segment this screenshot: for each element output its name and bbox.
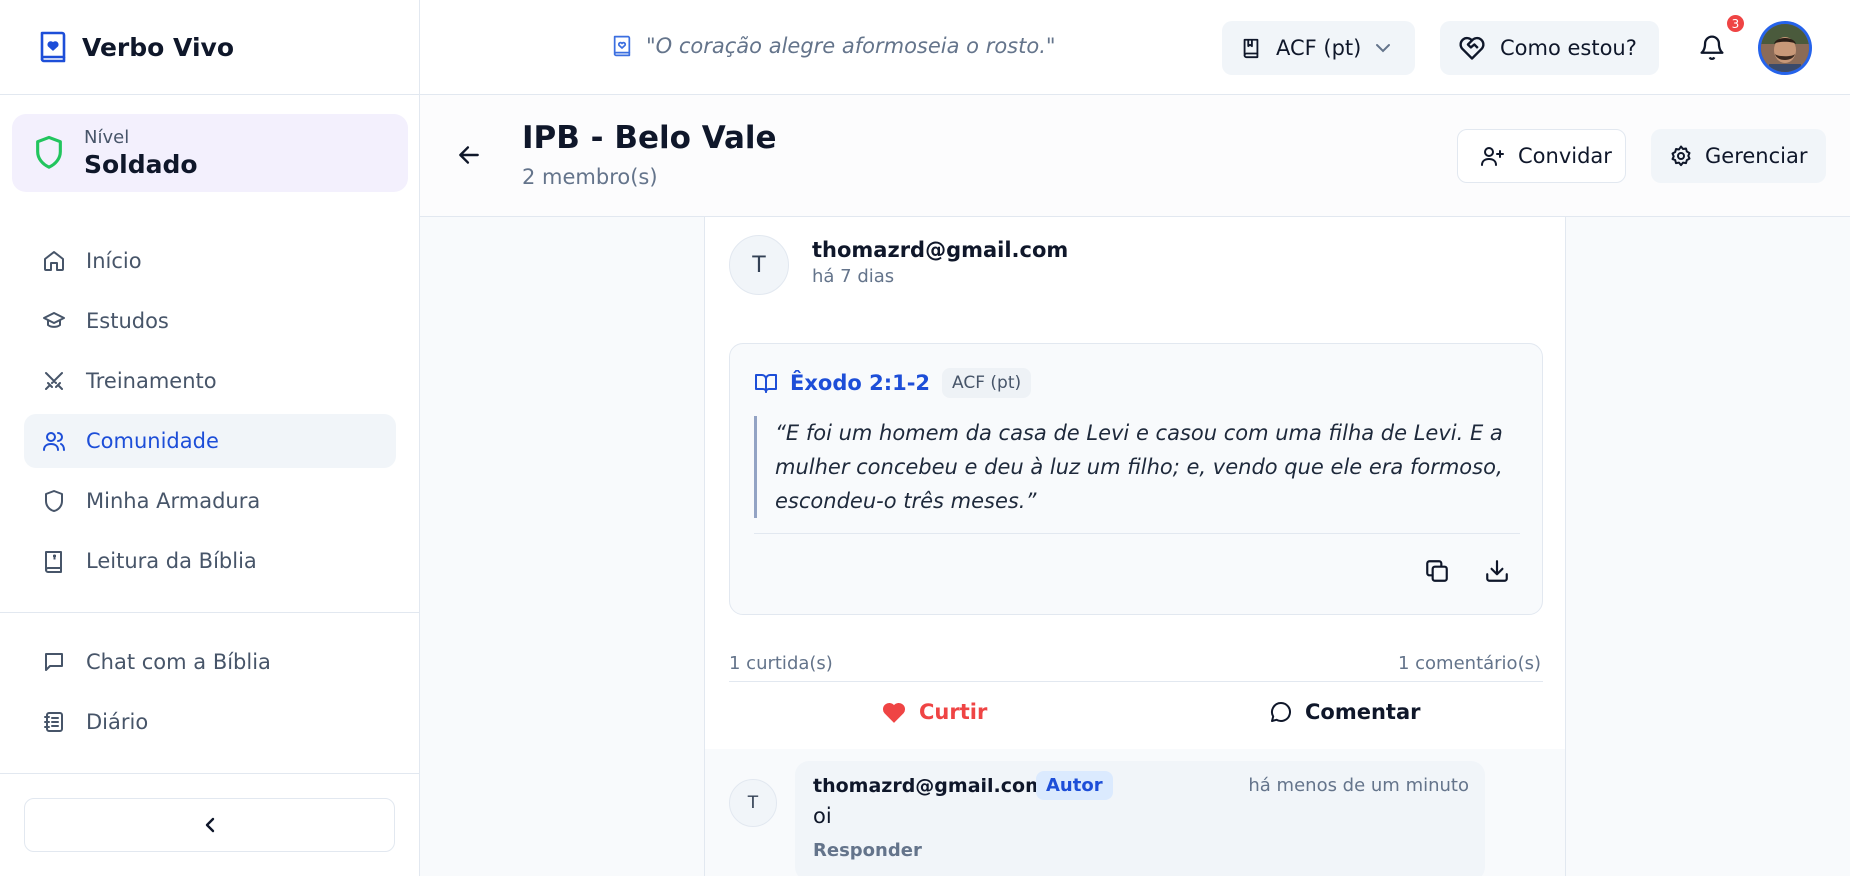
users-icon <box>42 429 66 453</box>
verse-text: “E foi um homem da casa de Levi e casou … <box>754 416 1514 518</box>
post-timestamp: há 7 dias <box>812 266 895 287</box>
daily-verse-text: "O coração alegre aformoseia o rosto." <box>646 34 1056 58</box>
top-bar: "O coração alegre aformoseia o rosto." A… <box>420 0 1850 95</box>
level-label: Nível <box>84 127 130 148</box>
level-value: Soldado <box>84 150 198 179</box>
heart-handshake-icon <box>1458 35 1486 61</box>
likes-count[interactable]: 1 curtida(s) <box>729 653 833 674</box>
divider <box>754 533 1520 534</box>
main-nav: Início Estudos Treinamento Comunidade Mi… <box>24 234 396 594</box>
group-title: IPB - Belo Vale <box>522 120 777 156</box>
divider <box>0 612 420 613</box>
download-icon <box>1484 558 1510 584</box>
chevron-left-icon <box>203 816 217 834</box>
shield-icon <box>32 134 66 172</box>
level-card: Nível Soldado <box>12 114 408 192</box>
collapse-sidebar-button[interactable] <box>24 798 395 852</box>
avatar[interactable]: T <box>729 235 789 295</box>
download-verse-button[interactable] <box>1484 558 1510 584</box>
crossed-swords-icon <box>42 369 66 393</box>
bell-icon <box>1698 32 1726 62</box>
chat-bubble-icon <box>1269 700 1293 724</box>
sidebar-item-comunidade[interactable]: Comunidade <box>24 414 396 468</box>
group-member-count: 2 membro(s) <box>522 165 658 189</box>
avatar[interactable]: T <box>729 779 777 827</box>
copy-icon <box>1424 558 1450 584</box>
sidebar-item-label: Comunidade <box>86 429 219 453</box>
post-card: T thomazrd@gmail.com há 7 dias Êxodo 2:1… <box>704 217 1566 876</box>
sidebar-item-treinamento[interactable]: Treinamento <box>24 354 396 408</box>
brand-name: Verbo Vivo <box>82 32 234 62</box>
chevron-down-icon <box>1375 42 1391 54</box>
mood-check-label: Como estou? <box>1500 36 1637 60</box>
comment-text: oi <box>813 804 832 828</box>
back-button[interactable] <box>456 142 482 168</box>
divider <box>0 773 420 774</box>
comments-count[interactable]: 1 comentário(s) <box>1398 653 1541 674</box>
bible-version-select[interactable]: ACF (pt) <box>1222 21 1415 75</box>
graduation-cap-icon <box>42 309 66 333</box>
invite-button[interactable]: Convidar <box>1457 129 1626 183</box>
like-label: Curtir <box>919 700 988 724</box>
group-header: IPB - Belo Vale 2 membro(s) Convidar Ger… <box>420 95 1850 217</box>
shield-icon <box>42 489 66 513</box>
bible-icon <box>42 549 66 573</box>
secondary-nav: Chat com a Bíblia Diário <box>24 635 396 755</box>
divider <box>0 94 420 95</box>
notifications-button[interactable] <box>1698 32 1726 62</box>
sidebar-item-label: Minha Armadura <box>86 489 261 513</box>
invite-label: Convidar <box>1518 144 1612 168</box>
user-plus-icon <box>1480 144 1506 168</box>
comments-section: T thomazrd@gmail.com Autor há menos de u… <box>705 749 1565 876</box>
verse-reference-row: Êxodo 2:1-2 ACF (pt) <box>754 368 1032 398</box>
open-book-icon <box>754 372 778 394</box>
copy-verse-button[interactable] <box>1424 558 1450 584</box>
sidebar-item-label: Diário <box>86 710 149 734</box>
comment-button[interactable]: Comentar <box>1269 700 1420 724</box>
sidebar-item-diario[interactable]: Diário <box>24 695 396 749</box>
home-icon <box>42 249 66 273</box>
mood-check-button[interactable]: Como estou? <box>1440 21 1659 75</box>
comment-author[interactable]: thomazrd@gmail.com <box>813 775 1045 797</box>
comment-timestamp: há menos de um minuto <box>1248 775 1469 796</box>
daily-verse: "O coração alegre aformoseia o rosto." <box>612 34 1056 58</box>
notifications-badge: 3 <box>1727 15 1744 32</box>
bible-heart-icon <box>38 29 68 65</box>
arrow-left-icon <box>456 142 482 168</box>
shared-verse: Êxodo 2:1-2 ACF (pt) “E foi um homem da … <box>729 343 1543 615</box>
sidebar-item-inicio[interactable]: Início <box>24 234 396 288</box>
brand[interactable]: Verbo Vivo <box>38 29 234 65</box>
divider <box>729 681 1543 682</box>
sidebar-item-estudos[interactable]: Estudos <box>24 294 396 348</box>
sidebar-item-label: Treinamento <box>86 369 217 393</box>
sidebar-item-label: Leitura da Bíblia <box>86 549 257 573</box>
gear-icon <box>1669 144 1693 168</box>
sidebar-item-label: Início <box>86 249 142 273</box>
sidebar-item-label: Estudos <box>86 309 169 333</box>
comment-label: Comentar <box>1305 700 1421 724</box>
reply-button[interactable]: Responder <box>813 840 922 861</box>
bible-heart-icon <box>612 34 632 58</box>
sidebar: Verbo Vivo Nível Soldado Início Estudos … <box>0 0 420 876</box>
verse-version-badge: ACF (pt) <box>942 368 1032 398</box>
sidebar-item-minha-armadura[interactable]: Minha Armadura <box>24 474 396 528</box>
user-avatar[interactable] <box>1758 21 1812 75</box>
like-button[interactable]: Curtir <box>881 700 987 724</box>
comment-item: thomazrd@gmail.com Autor há menos de um … <box>795 761 1485 876</box>
bible-version-value: ACF (pt) <box>1276 36 1362 60</box>
heart-icon <box>881 700 907 724</box>
verse-reference[interactable]: Êxodo 2:1-2 <box>790 371 930 395</box>
author-badge: Autor <box>1036 771 1113 800</box>
sidebar-item-label: Chat com a Bíblia <box>86 650 271 674</box>
chat-icon <box>42 650 66 674</box>
manage-button[interactable]: Gerenciar <box>1651 129 1826 183</box>
post-author[interactable]: thomazrd@gmail.com <box>812 238 1068 262</box>
sidebar-item-leitura-da-biblia[interactable]: Leitura da Bíblia <box>24 534 396 588</box>
sidebar-item-chat-com-a-biblia[interactable]: Chat com a Bíblia <box>24 635 396 689</box>
manage-label: Gerenciar <box>1705 144 1808 168</box>
notebook-icon <box>42 710 66 734</box>
book-icon <box>1240 36 1262 60</box>
